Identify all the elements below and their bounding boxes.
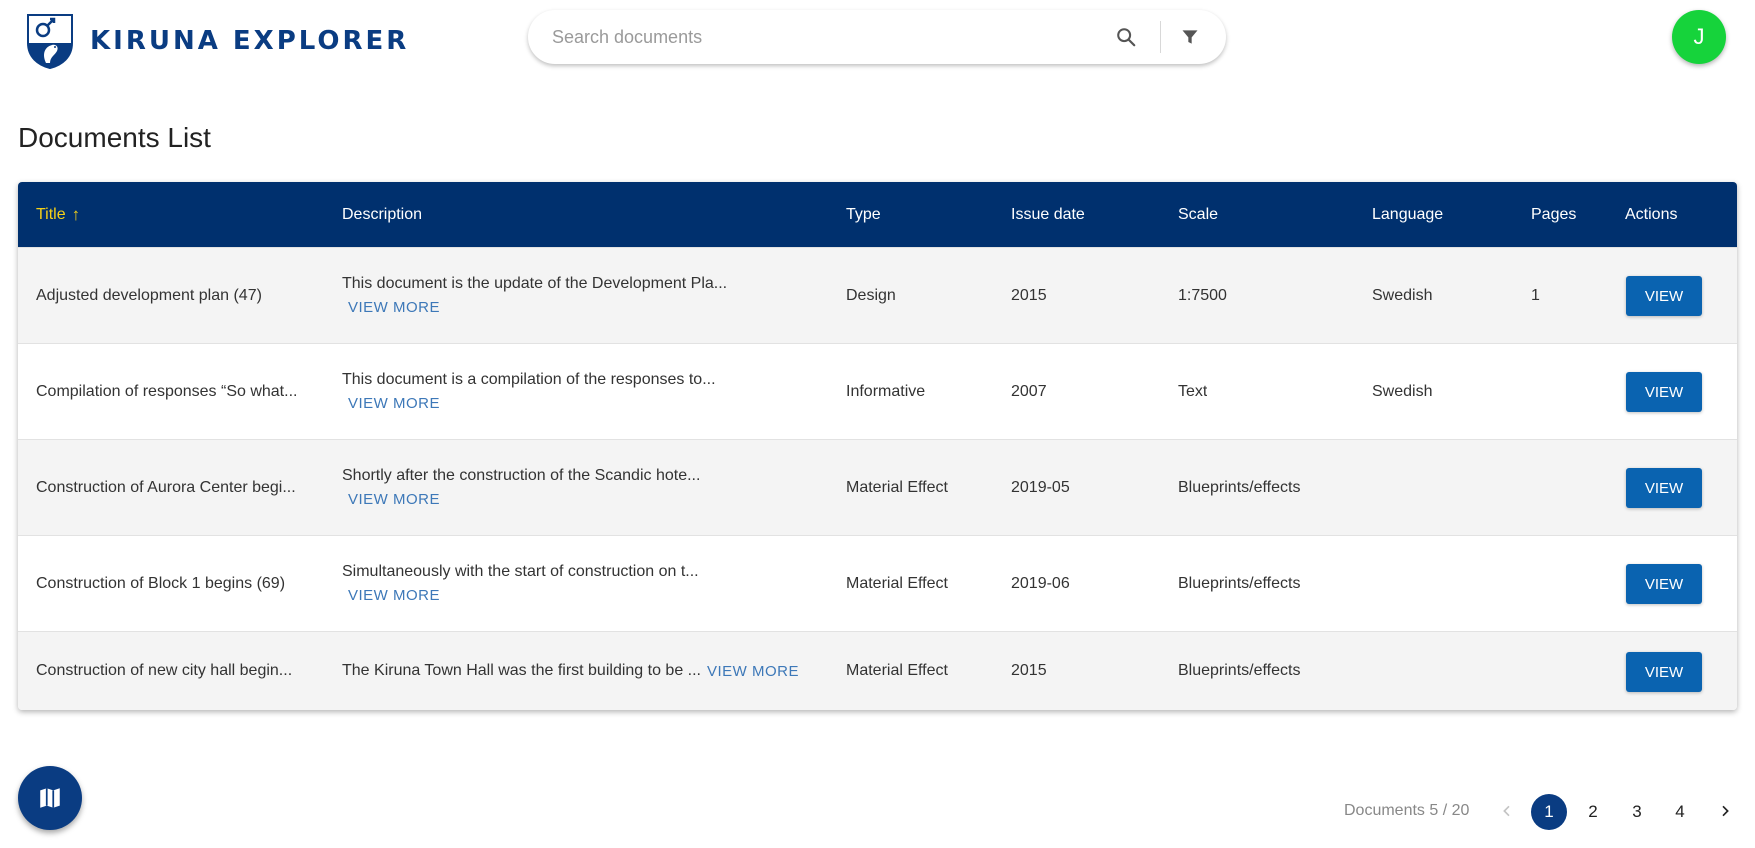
chevron-left-icon xyxy=(1503,805,1510,817)
view-document-button[interactable]: VIEW xyxy=(1626,468,1702,508)
view-more-link[interactable]: VIEW MORE xyxy=(348,395,832,412)
column-header-language[interactable]: Language xyxy=(1372,182,1443,247)
user-avatar[interactable]: J xyxy=(1672,10,1726,64)
page-button-4[interactable]: 4 xyxy=(1662,794,1698,830)
cell-scale: Blueprints/effects xyxy=(1178,662,1301,679)
app-header: KIRUNA EXPLORER J xyxy=(0,0,1755,80)
cell-title: Construction of Block 1 begins (69) xyxy=(36,574,286,592)
cell-scale: Text xyxy=(1178,382,1208,400)
app-name: KIRUNA EXPLORER xyxy=(90,26,410,56)
filter-icon xyxy=(1182,30,1198,44)
view-more-link[interactable]: VIEW MORE xyxy=(348,587,832,604)
description-text: Shortly after the construction of the Sc… xyxy=(342,467,701,484)
table-row: Construction of Aurora Center begi... Sh… xyxy=(18,439,1737,535)
column-header-title[interactable]: Title ↑ xyxy=(36,182,80,247)
cell-issue-date: 2007 xyxy=(1011,382,1047,400)
cell-pages: 1 xyxy=(1531,286,1540,304)
column-header-scale[interactable]: Scale xyxy=(1178,182,1218,247)
view-document-button[interactable]: VIEW xyxy=(1626,276,1702,316)
cell-scale: Blueprints/effects xyxy=(1178,478,1301,496)
page-title: Documents List xyxy=(18,122,211,153)
user-initial: J xyxy=(1693,24,1705,49)
view-more-link[interactable]: VIEW MORE xyxy=(707,663,799,680)
previous-page-button[interactable] xyxy=(1492,795,1522,827)
filter-button[interactable] xyxy=(1176,23,1204,51)
table-header: Title ↑ Description Type Issue date Scal… xyxy=(18,182,1737,247)
cell-issue-date: 2019-05 xyxy=(1011,478,1070,496)
cell-type: Design xyxy=(846,286,896,304)
description-text: Simultaneously with the start of constru… xyxy=(342,563,699,580)
cell-description: Simultaneously with the start of constru… xyxy=(342,536,832,631)
description-text: This document is a compilation of the re… xyxy=(342,371,716,388)
cell-type: Material Effect xyxy=(846,662,948,679)
next-page-button[interactable] xyxy=(1710,795,1740,827)
description-text: This document is the update of the Devel… xyxy=(342,275,728,292)
cell-description: This document is a compilation of the re… xyxy=(342,344,832,439)
column-header-description[interactable]: Description xyxy=(342,182,422,247)
column-header-actions: Actions xyxy=(1625,205,1678,223)
sort-ascending-icon: ↑ xyxy=(71,204,81,224)
search-bar xyxy=(528,10,1226,64)
map-view-button[interactable] xyxy=(18,766,82,830)
cell-issue-date: 2019-06 xyxy=(1011,574,1070,592)
page-button-2[interactable]: 2 xyxy=(1575,794,1611,830)
column-header-issue-date[interactable]: Issue date xyxy=(1011,182,1085,247)
column-title-label: Title xyxy=(36,205,66,223)
cell-type: Material Effect xyxy=(846,574,948,592)
search-button[interactable] xyxy=(1112,23,1140,51)
cell-type: Material Effect xyxy=(846,478,948,496)
cell-scale: Blueprints/effects xyxy=(1178,574,1301,592)
table-row: Adjusted development plan (47) This docu… xyxy=(18,247,1737,343)
column-header-type[interactable]: Type xyxy=(846,182,881,247)
kiruna-coat-of-arms-icon xyxy=(27,14,73,69)
view-document-button[interactable]: VIEW xyxy=(1626,564,1702,604)
cell-description: The Kiruna Town Hall was the first build… xyxy=(342,632,842,710)
cell-description: This document is the update of the Devel… xyxy=(342,248,832,343)
cell-title: Compilation of responses “So what... xyxy=(36,382,298,400)
cell-title: Adjusted development plan (47) xyxy=(36,286,262,304)
search-icon xyxy=(1117,28,1136,47)
table-row: Compilation of responses “So what... Thi… xyxy=(18,343,1737,439)
view-more-link[interactable]: VIEW MORE xyxy=(348,299,832,316)
cell-issue-date: 2015 xyxy=(1011,286,1047,304)
view-document-button[interactable]: VIEW xyxy=(1626,372,1702,412)
view-document-button[interactable]: VIEW xyxy=(1626,652,1702,692)
cell-title: Construction of new city hall begin... xyxy=(36,662,293,679)
documents-table: Title ↑ Description Type Issue date Scal… xyxy=(18,182,1737,710)
search-divider xyxy=(1160,21,1161,53)
cell-title: Construction of Aurora Center begi... xyxy=(36,478,296,496)
column-header-pages[interactable]: Pages xyxy=(1531,182,1576,247)
app-logo[interactable]: KIRUNA EXPLORER xyxy=(26,13,409,69)
page-button-3[interactable]: 3 xyxy=(1619,794,1655,830)
cell-scale: 1:7500 xyxy=(1178,286,1227,304)
cell-language: Swedish xyxy=(1372,286,1433,304)
search-input[interactable] xyxy=(552,22,1112,52)
cell-type: Informative xyxy=(846,382,926,400)
documents-count: Documents 5 / 20 xyxy=(1344,802,1470,819)
cell-language: Swedish xyxy=(1372,382,1433,400)
chevron-right-icon xyxy=(1722,805,1729,817)
cell-description: Shortly after the construction of the Sc… xyxy=(342,440,832,535)
map-icon xyxy=(40,788,60,808)
description-text: The Kiruna Town Hall was the first build… xyxy=(342,662,701,679)
table-row: Construction of new city hall begin... T… xyxy=(18,631,1737,710)
cell-issue-date: 2015 xyxy=(1011,662,1047,679)
view-more-link[interactable]: VIEW MORE xyxy=(348,491,832,508)
page-button-1[interactable]: 1 xyxy=(1531,794,1567,830)
table-row: Construction of Block 1 begins (69) Simu… xyxy=(18,535,1737,631)
